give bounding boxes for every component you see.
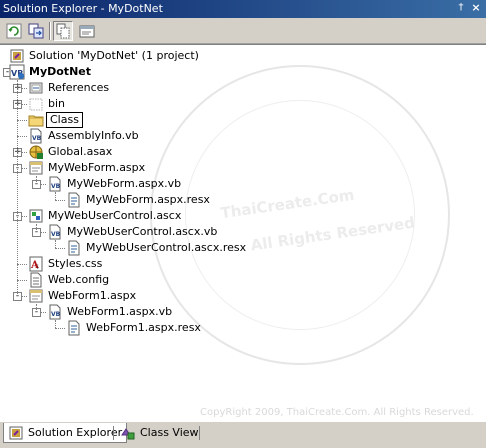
tree-node[interactable]: + References <box>0 80 486 96</box>
tab-label: Solution Explorer <box>28 426 123 439</box>
folder-icon <box>28 112 44 128</box>
tree-node-label: MyWebForm.aspx.vb <box>67 177 182 190</box>
user-control-icon <box>28 208 44 224</box>
tree-node[interactable]: Solution 'MyDotNet' (1 project) <box>0 48 486 64</box>
solution-tree[interactable]: ThaiCreate.Com All Rights Reserved CopyR… <box>0 44 486 421</box>
tree-node[interactable]: MyWebForm.aspx.resx <box>0 192 486 208</box>
tab-class-view[interactable]: Class View <box>116 423 203 443</box>
tree-node[interactable]: - MyWebForm.aspx <box>0 160 486 176</box>
config-icon <box>28 272 44 288</box>
resx-icon <box>66 192 82 208</box>
tree-node[interactable]: - VB MyWebForm.aspx.vb <box>0 176 486 192</box>
tree-node-label: WebForm1.aspx.vb <box>67 305 173 318</box>
tree-node-label: Styles.css <box>48 257 103 270</box>
refresh-button[interactable] <box>4 21 24 41</box>
tree-connector <box>17 280 27 281</box>
tab-solution-explorer[interactable]: Solution Explorer <box>3 423 128 443</box>
references-icon <box>28 80 44 96</box>
tree-node-label: References <box>48 81 110 94</box>
class-view-icon <box>120 425 136 441</box>
tree-connector <box>55 320 56 328</box>
tree-node-label: MyDotNet <box>29 65 91 78</box>
copy-project-icon <box>28 23 44 39</box>
rename-input[interactable]: Class <box>46 112 83 128</box>
tree-node[interactable]: VB AssemblyInfo.vb <box>0 128 486 144</box>
resx-icon <box>66 240 82 256</box>
svg-text:VB: VB <box>51 311 61 318</box>
refresh-icon <box>6 23 22 39</box>
pin-icon[interactable]: † <box>454 1 468 15</box>
tree-connector <box>55 192 56 200</box>
tree-connector <box>17 120 27 121</box>
tree-node-label: WebForm1.aspx <box>48 289 137 302</box>
tree-connector <box>36 304 37 312</box>
tree-connector <box>55 248 65 249</box>
webform-icon <box>28 288 44 304</box>
tree-node[interactable]: Class <box>0 112 486 128</box>
tree-connector <box>55 328 65 329</box>
tree-node-label: MyWebForm.aspx <box>48 161 146 174</box>
vb-project-icon: VB <box>9 64 25 80</box>
tree-node[interactable]: MyWebUserControl.ascx.resx <box>0 240 486 256</box>
tree-node-label: MyWebUserControl.ascx.vb <box>67 225 218 238</box>
resx-icon <box>66 320 82 336</box>
watermark-copyright: CopyRight 2009, ThaiCreate.Com. All Righ… <box>200 407 474 418</box>
tree-node-label: MyWebUserControl.ascx <box>48 209 182 222</box>
tree-connector <box>55 240 56 248</box>
tree-connector <box>17 136 27 137</box>
global-asax-icon <box>28 144 44 160</box>
svg-text:VB: VB <box>32 135 42 142</box>
close-icon[interactable]: × <box>469 1 483 15</box>
copy-project-button[interactable] <box>26 21 46 41</box>
solution-icon <box>9 48 25 64</box>
tree-connector <box>17 80 18 296</box>
title-bar: Solution Explorer - MyDotNet † × <box>0 0 486 18</box>
tree-node[interactable]: Web.config <box>0 272 486 288</box>
show-all-files-button[interactable] <box>53 21 73 41</box>
tree-node[interactable]: - WebForm1.aspx <box>0 288 486 304</box>
vb-file-icon: VB <box>28 128 44 144</box>
tree-node[interactable]: - VB MyWebUserControl.ascx.vb <box>0 224 486 240</box>
tab-separator <box>113 426 114 440</box>
tree-node-label: MyWebUserControl.ascx.resx <box>86 241 247 254</box>
window-title: Solution Explorer - MyDotNet <box>3 2 163 15</box>
svg-text:VB: VB <box>51 183 61 190</box>
tree-node[interactable]: + bin <box>0 96 486 112</box>
tree-node[interactable]: - VB WebForm1.aspx.vb <box>0 304 486 320</box>
vb-file-icon: VB <box>47 176 63 192</box>
tree-node-label: bin <box>48 97 66 110</box>
tree-connector <box>36 176 37 184</box>
properties-icon <box>79 25 95 38</box>
tree-node-label: Web.config <box>48 273 110 286</box>
tree-connector <box>55 200 65 201</box>
toolbar-separator <box>49 22 51 40</box>
tree-node-label: Global.asax <box>48 145 113 158</box>
tree-node[interactable]: + Global.asax <box>0 144 486 160</box>
tab-label: Class View <box>140 426 199 439</box>
solution-explorer-icon <box>8 425 24 441</box>
vb-file-icon: VB <box>47 224 63 240</box>
css-icon: Ai <box>28 256 44 272</box>
tree-connector <box>36 224 37 232</box>
toolbar <box>0 18 486 44</box>
tab-bar: Solution Explorer Class View <box>0 421 486 445</box>
tree-node[interactable]: Ai Styles.css <box>0 256 486 272</box>
tree-node[interactable]: WebForm1.aspx.resx <box>0 320 486 336</box>
show-all-files-icon <box>56 23 70 39</box>
webform-icon <box>28 160 44 176</box>
tab-separator <box>199 426 200 440</box>
tree-node-label: WebForm1.aspx.resx <box>86 321 201 334</box>
tree-connector <box>17 264 27 265</box>
svg-text:VB: VB <box>51 231 61 238</box>
tree-node-label: Solution 'MyDotNet' (1 project) <box>29 49 199 62</box>
tree-node-label: AssemblyInfo.vb <box>48 129 139 142</box>
tree-node[interactable]: - MyWebUserControl.ascx <box>0 208 486 224</box>
tree-node-label: MyWebForm.aspx.resx <box>86 193 210 206</box>
hidden-folder-icon <box>28 96 44 112</box>
vb-file-icon: VB <box>47 304 63 320</box>
tree-node[interactable]: - VB MyDotNet <box>0 64 486 80</box>
properties-button[interactable] <box>77 21 97 41</box>
